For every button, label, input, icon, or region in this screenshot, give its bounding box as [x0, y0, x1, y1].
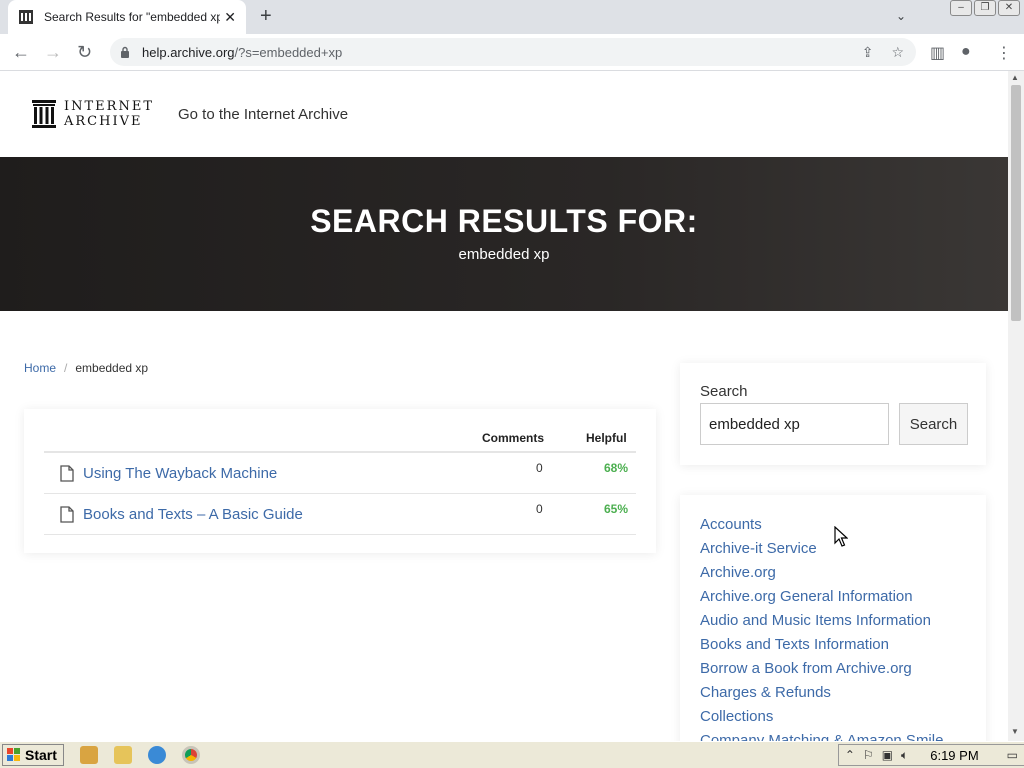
category-link-general-info[interactable]: Archive.org General Information [700, 585, 966, 609]
search-button[interactable]: Search [899, 403, 968, 445]
start-button[interactable]: Start [2, 744, 64, 766]
search-label: Search [700, 383, 748, 400]
helpful-column-header: Helpful [586, 431, 627, 445]
system-clock[interactable]: 6:19 PM [930, 748, 978, 763]
result-link[interactable]: Using The Wayback Machine [83, 465, 277, 482]
new-tab-icon[interactable]: + [260, 6, 272, 26]
internet-archive-logo[interactable]: INTERNET ARCHIVE [32, 99, 154, 129]
site-header: INTERNET ARCHIVE Go to the Internet Arch… [0, 71, 1008, 157]
bookmark-star-icon[interactable]: ☆ [891, 44, 904, 61]
profile-avatar-icon[interactable]: ● [961, 43, 971, 61]
os-taskbar: Start ⌃ ⚐ ▣ 🔈︎ 6:19 PM ▭ [0, 741, 1024, 768]
volume-icon[interactable]: 🔈︎ [901, 748, 908, 763]
page-title: SEARCH RESULTS FOR: [310, 203, 698, 239]
start-label: Start [25, 747, 57, 763]
network-icon[interactable]: ▣ [882, 748, 893, 762]
close-window-icon[interactable]: ✕ [998, 0, 1020, 16]
minimize-icon[interactable]: – [950, 0, 972, 16]
address-bar[interactable]: help.archive.org/?s=embedded+xp ⇪ ☆ [110, 38, 916, 66]
scroll-up-icon[interactable]: ▲ [1011, 73, 1019, 82]
internet-explorer-icon[interactable] [147, 746, 166, 764]
table-row: Books and Texts – A Basic Guide 0 65% [44, 494, 636, 535]
folder-icon[interactable] [113, 746, 132, 764]
result-link[interactable]: Books and Texts – A Basic Guide [83, 506, 303, 523]
system-tray: ⌃ ⚐ ▣ 🔈︎ 6:19 PM ▭ [837, 744, 1024, 766]
tray-expand-icon[interactable]: ⌃ [845, 748, 855, 762]
media-player-icon[interactable] [79, 746, 98, 764]
category-link-accounts[interactable]: Accounts [700, 513, 966, 537]
comments-count: 0 [536, 461, 543, 475]
show-desktop-icon[interactable]: ▭ [1007, 748, 1018, 762]
chrome-taskbar-icon[interactable] [181, 746, 200, 764]
category-list: Accounts Archive-it Service Archive.org … [680, 495, 986, 741]
logo-line-2: ARCHIVE [64, 114, 143, 129]
breadcrumb-separator: / [64, 361, 68, 375]
search-input[interactable] [700, 403, 889, 445]
share-icon[interactable]: ⇪ [862, 44, 874, 61]
close-tab-icon[interactable]: ✕ [224, 9, 236, 26]
tab-strip: Search Results for "embedded xp ✕ + ⌄ – … [0, 0, 1024, 34]
table-row: Using The Wayback Machine 0 68% [44, 453, 636, 494]
search-query-text: embedded xp [458, 246, 550, 263]
tab-title: Search Results for "embedded xp [44, 10, 220, 24]
document-icon [60, 506, 74, 523]
helpful-percent: 65% [604, 502, 629, 516]
action-center-flag-icon[interactable]: ⚐ [863, 748, 874, 762]
window-controls: – ❐ ✕ [950, 0, 1020, 16]
tab-search-chevron-icon[interactable]: ⌄ [896, 9, 906, 23]
archive-favicon-icon [19, 10, 33, 24]
forward-icon[interactable]: → [44, 42, 62, 62]
category-link-audio-music[interactable]: Audio and Music Items Information [700, 609, 966, 633]
page-viewport: INTERNET ARCHIVE Go to the Internet Arch… [0, 71, 1008, 741]
scrollbar-thumb[interactable] [1011, 85, 1021, 321]
menu-kebab-icon[interactable]: ⋮ [996, 43, 1012, 63]
category-link-books-texts[interactable]: Books and Texts Information [700, 633, 966, 657]
search-hero-banner: SEARCH RESULTS FOR: embedded xp [0, 157, 1008, 311]
category-link-charges-refunds[interactable]: Charges & Refunds [700, 681, 966, 705]
scroll-down-icon[interactable]: ▼ [1011, 727, 1019, 736]
url-text: help.archive.org/?s=embedded+xp [142, 44, 343, 60]
category-link-archive-org[interactable]: Archive.org [700, 561, 966, 585]
logo-line-1: INTERNET [64, 99, 154, 114]
document-icon [60, 465, 74, 482]
category-link-archive-it[interactable]: Archive-it Service [700, 537, 966, 561]
archive-building-icon [32, 100, 56, 128]
breadcrumb: Home / embedded xp [24, 361, 148, 375]
breadcrumb-home-link[interactable]: Home [24, 361, 56, 375]
browser-tab[interactable]: Search Results for "embedded xp ✕ [8, 0, 246, 34]
back-icon[interactable]: ← [12, 42, 30, 62]
breadcrumb-current: embedded xp [75, 361, 149, 375]
reload-icon[interactable]: ↻ [77, 42, 92, 62]
windows-logo-icon [7, 748, 20, 761]
results-table-header: Comments Helpful [44, 429, 636, 453]
comments-column-header: Comments [482, 431, 545, 445]
search-widget: Search Search [680, 363, 986, 465]
side-panel-icon[interactable]: ▥ [930, 43, 945, 63]
lock-icon [121, 46, 129, 58]
page-scrollbar[interactable]: ▲ ▼ [1008, 71, 1024, 741]
restore-icon[interactable]: ❐ [974, 0, 996, 16]
category-link-company-matching[interactable]: Company Matching & Amazon Smile [700, 729, 966, 741]
category-link-borrow-book[interactable]: Borrow a Book from Archive.org [700, 657, 966, 681]
helpful-percent: 68% [604, 461, 629, 475]
mouse-cursor-icon [834, 526, 848, 547]
comments-count: 0 [536, 502, 543, 516]
category-link-collections[interactable]: Collections [700, 705, 966, 729]
browser-toolbar: ← → ↻ help.archive.org/?s=embedded+xp ⇪ … [0, 34, 1024, 71]
go-to-archive-link[interactable]: Go to the Internet Archive [178, 106, 348, 123]
results-card: Comments Helpful Using The Wayback Machi… [24, 409, 656, 553]
results-table: Comments Helpful Using The Wayback Machi… [44, 429, 636, 535]
